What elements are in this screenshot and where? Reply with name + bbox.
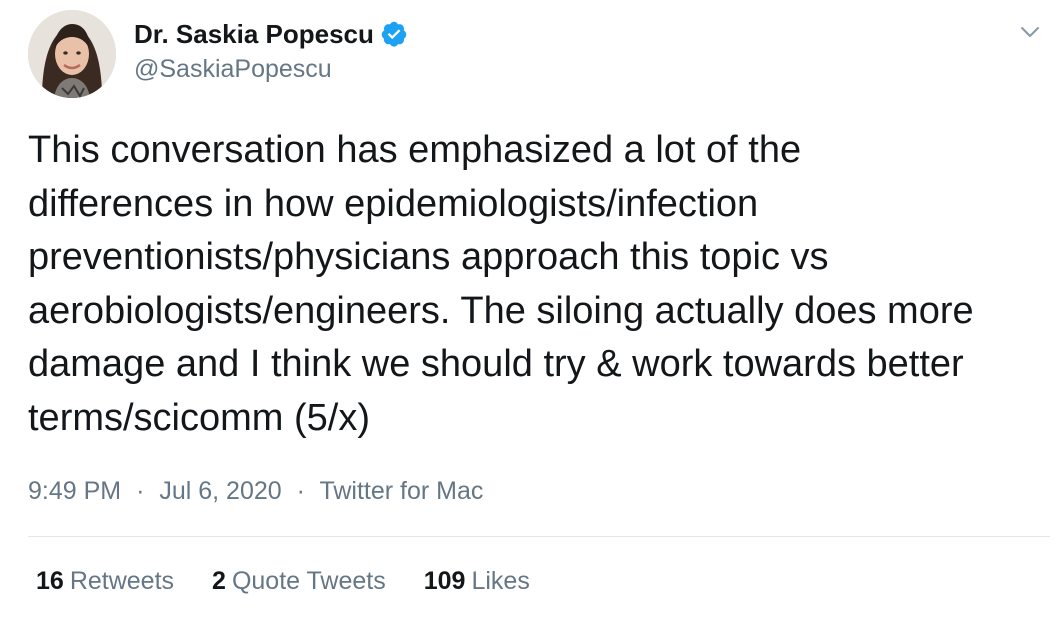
tweet-stats: 16 Retweets 2 Quote Tweets 109 Likes xyxy=(36,563,568,599)
tweet-text-line: aerobiologists/engineers. The siloing ac… xyxy=(28,289,974,332)
meta-separator: · xyxy=(136,477,145,505)
likes-count: 109 xyxy=(423,567,466,595)
meta-separator: · xyxy=(296,477,305,505)
likes-stat[interactable]: 109 Likes xyxy=(424,563,530,599)
tweet-time[interactable]: 9:49 PM xyxy=(28,477,121,505)
author-display-name[interactable]: Dr. Saskia Popescu xyxy=(134,16,374,52)
author-handle[interactable]: @SaskiaPopescu xyxy=(134,52,332,86)
tweet-text: This conversation has emphasized a lot o… xyxy=(28,124,1048,445)
tweet-source-link[interactable]: Twitter for Mac xyxy=(319,477,483,505)
tweet-text-line: terms/scicomm (5/x) xyxy=(28,396,370,439)
tweet-date[interactable]: Jul 6, 2020 xyxy=(159,477,281,505)
tweet-text-line: This conversation has emphasized a lot o… xyxy=(28,129,802,171)
likes-label: Likes xyxy=(471,567,530,595)
retweets-stat[interactable]: 16 Retweets xyxy=(36,563,174,599)
quote-tweets-stat[interactable]: 2 Quote Tweets xyxy=(212,563,386,599)
divider xyxy=(28,536,1050,537)
quote-tweets-count: 2 xyxy=(212,567,226,595)
tweet-meta: 9:49 PM · Jul 6, 2020 · Twitter for Mac xyxy=(28,474,483,508)
retweets-label: Retweets xyxy=(69,567,175,595)
profile-photo-icon xyxy=(28,10,116,98)
tweet-text-line: preventionists/physicians approach this … xyxy=(28,236,829,278)
retweets-count: 16 xyxy=(36,567,64,595)
chevron-down-icon[interactable] xyxy=(1018,20,1042,44)
tweet-text-line: damage and I think we should try & work … xyxy=(28,343,964,385)
author-name-row[interactable]: Dr. Saskia Popescu xyxy=(134,16,408,52)
verified-badge-icon xyxy=(380,20,408,48)
tweet-text-line: differences in how epidemiologists/infec… xyxy=(28,182,759,225)
quote-tweets-label: Quote Tweets xyxy=(231,567,386,595)
avatar[interactable] xyxy=(28,10,116,98)
tweet-card: Dr. Saskia Popescu @SaskiaPopescu This c… xyxy=(0,0,1062,620)
